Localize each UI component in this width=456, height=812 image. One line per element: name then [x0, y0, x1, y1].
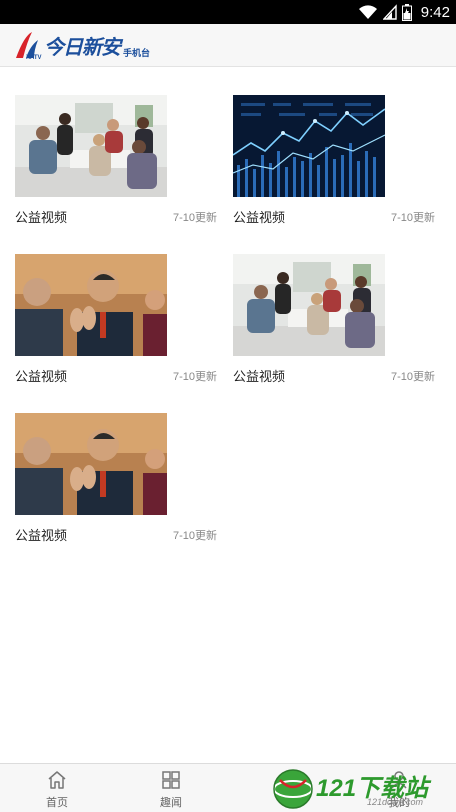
svg-text:XATV: XATV — [26, 55, 42, 60]
video-card[interactable]: 公益视频 7-10更新 — [15, 413, 220, 553]
status-bar: 9:42 — [0, 0, 456, 24]
battery-icon — [401, 3, 412, 21]
grid-icon — [162, 771, 180, 789]
signal-icon — [382, 4, 397, 20]
video-date: 7-10更新 — [172, 371, 217, 383]
status-time: 9:42 — [420, 3, 450, 21]
video-card[interactable]: 公益视频 7-10更新 — [233, 95, 438, 235]
video-date: 7-10更新 — [390, 212, 435, 224]
logo-brand-text: 今日新安 — [44, 37, 121, 59]
video-thumbnail[interactable] — [15, 413, 167, 515]
video-card[interactable]: 公益视频 7-10更新 — [15, 95, 220, 235]
watermark: 121下载站 121down.com — [272, 766, 456, 811]
logo-sub-text: 手机台 — [123, 48, 151, 58]
tab-label: 首页 — [46, 797, 68, 809]
tab-home[interactable]: 首页 — [0, 764, 114, 812]
video-title: 公益视频 — [15, 369, 68, 384]
app-header: XATV 今日新安 手机台 — [0, 24, 456, 67]
video-thumbnail[interactable] — [233, 95, 385, 197]
tab-fun[interactable]: 趣闻 — [114, 764, 228, 812]
video-thumbnail[interactable] — [233, 254, 385, 356]
video-date: 7-10更新 — [172, 212, 217, 224]
video-title: 公益视频 — [233, 369, 286, 384]
home-icon — [48, 771, 66, 789]
watermark-globe-icon — [273, 769, 313, 809]
video-card[interactable]: 公益视频 7-10更新 — [15, 254, 220, 394]
logo-mark-icon: XATV — [14, 30, 44, 61]
video-title: 公益视频 — [233, 210, 286, 225]
wifi-icon — [358, 5, 377, 19]
video-date: 7-10更新 — [390, 371, 435, 383]
video-card[interactable]: 公益视频 7-10更新 — [233, 254, 438, 394]
video-title: 公益视频 — [15, 528, 68, 543]
video-thumbnail[interactable] — [15, 254, 167, 356]
tab-label: 趣闻 — [160, 797, 182, 809]
status-icons: 9:42 — [358, 3, 450, 21]
video-thumbnail[interactable] — [15, 95, 167, 197]
app-logo[interactable]: XATV 今日新安 手机台 — [14, 30, 151, 61]
watermark-url: 121down.com — [367, 797, 424, 807]
video-title: 公益视频 — [15, 210, 68, 225]
video-grid: 公益视频 7-10更新 公益视频 7-10更新 公益视频 7-10更新 公益视频… — [0, 67, 456, 763]
video-date: 7-10更新 — [172, 530, 217, 542]
